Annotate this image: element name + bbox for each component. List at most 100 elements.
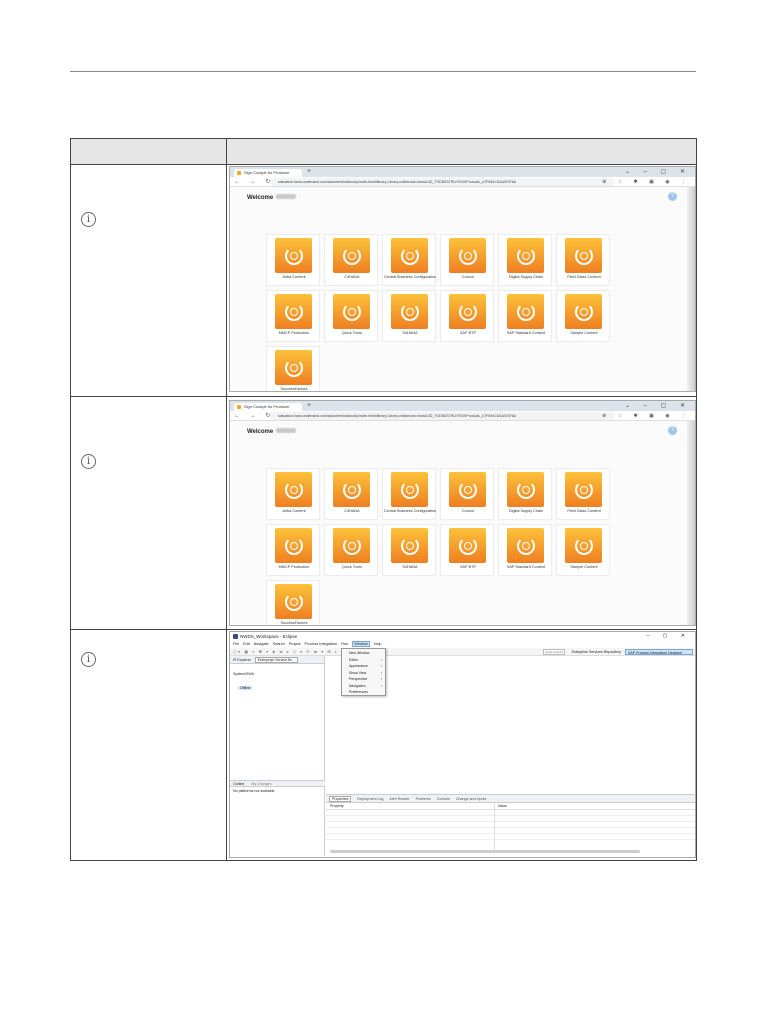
tile-label: Sample Content — [570, 331, 598, 335]
tile-label: Field Glass Content — [567, 509, 601, 513]
content-package-icon — [449, 528, 486, 563]
browser-address-bar: ← → ↻ sdsuation.hana.ondemand.com/sdcont… — [230, 411, 695, 421]
tile-sap-btp[interactable]: SAP BTP — [440, 290, 494, 342]
tab-change-and-inputs[interactable]: Change and Inputs — [456, 797, 486, 801]
perspective-pi-designer-button[interactable]: SAP Process Integration Designer — [625, 649, 693, 655]
tab-console[interactable]: Console — [437, 797, 450, 801]
tile-field-glass-content[interactable]: Field Glass Content — [556, 234, 610, 286]
tile-quick-tours[interactable]: Quick Tours — [324, 290, 378, 342]
column-divider — [226, 139, 227, 860]
eclipse-title-bar: NWDS_Workspace - Eclipse – ▢ ✕ — [230, 632, 695, 641]
tile-ariba-content[interactable]: Ariba Content — [266, 234, 320, 286]
tile-successfactors[interactable]: SuccessFactors — [266, 346, 320, 391]
url-field[interactable]: sdsuation.hana.ondemand.com/sdcontent/sd… — [270, 412, 615, 420]
content-package-icon — [333, 238, 370, 273]
tile-digital-supply-chain[interactable]: Digital Supply Chain — [498, 468, 552, 520]
menu-window[interactable]: Window — [352, 641, 370, 647]
menu-search[interactable]: Search — [273, 642, 285, 646]
tile-label: S4HANA — [402, 331, 418, 335]
tree-item-offline[interactable]: Offline — [238, 686, 253, 690]
tile-digital-supply-chain[interactable]: Digital Supply Chain — [498, 234, 552, 286]
tile-central-business-configuration[interactable]: Central Business Configuration — [382, 468, 436, 520]
new-tab-icon[interactable]: + — [307, 168, 311, 176]
menu-navigate[interactable]: Navigate — [254, 642, 269, 646]
nav-buttons[interactable]: ← → ↻ — [234, 178, 274, 186]
tab-alert-reader[interactable]: Alert Reader — [389, 797, 409, 801]
tile-label: SAP BTP — [460, 331, 476, 335]
content-package-icon — [275, 350, 312, 385]
tab-my-changes[interactable]: My Changes — [251, 782, 271, 786]
tile-field-glass-content[interactable]: Field Glass Content — [556, 468, 610, 520]
window-controls[interactable]: ⌄ – ▢ ✕ — [625, 167, 691, 177]
tile-sap-standard-content[interactable]: SAP Standard Content — [498, 524, 552, 576]
help-icon[interactable]: ? — [668, 426, 677, 435]
tab-enterprise-service-browser[interactable]: Enterprise Service Br... — [254, 657, 298, 663]
tile-successfactors[interactable]: SuccessFactors — [266, 580, 320, 625]
nav-buttons[interactable]: ← → ↻ — [234, 412, 274, 420]
browser-toolbar-icons[interactable]: ⊕ ☆ ✱ ▣ ◉ ⋮ — [602, 178, 691, 186]
browser-toolbar-icons[interactable]: ⊕ ☆ ✱ ▣ ◉ ⋮ — [602, 412, 691, 420]
row-divider — [71, 396, 696, 397]
page-edge — [687, 421, 695, 625]
properties-header: Property Value — [326, 803, 695, 810]
menu-edit[interactable]: Edit — [243, 642, 250, 646]
browser-tab[interactable]: Sign Cockpit for Producer — [234, 169, 302, 177]
tile-c4hana[interactable]: C4HANA — [324, 234, 378, 286]
quick-access-input[interactable]: Quick Access — [543, 649, 565, 655]
info-icon: i — [81, 212, 96, 227]
left-panel-tabs: PI Explorer Enterprise Service Br... — [230, 656, 324, 664]
tile-ariba-content[interactable]: Ariba Content — [266, 468, 320, 520]
perspective-esr-button[interactable]: Enterprise Services Repository — [570, 649, 623, 655]
tile-label: Concur — [461, 509, 475, 513]
menu-item-label: New Window — [349, 651, 370, 655]
table-header-row — [71, 139, 696, 165]
tab-properties[interactable]: Properties — [329, 796, 352, 802]
tree-root[interactable]: System/SWA — [230, 664, 324, 676]
tile-sample-content[interactable]: Sample Content — [556, 290, 610, 342]
content-package-icon — [565, 238, 602, 273]
tab-deployment-log[interactable]: Deployment Log — [357, 797, 383, 801]
tile-concur[interactable]: Concur — [440, 468, 494, 520]
content-package-icon — [333, 294, 370, 329]
tile-label: SuccessFactors — [280, 387, 308, 391]
welcome-text: Welcome — [247, 194, 297, 201]
page-edge — [687, 187, 695, 391]
tile-s4hana[interactable]: S4HANA — [382, 524, 436, 576]
tile-label: Quick Tours — [342, 565, 362, 569]
tile-sap-btp[interactable]: SAP BTP — [440, 524, 494, 576]
tile-label: Ariba Content — [282, 275, 306, 279]
content-package-icon — [275, 294, 312, 329]
browser-tab[interactable]: Sign Cockpit for Producer — [234, 403, 302, 411]
url-field[interactable]: sdsuation.hana.ondemand.com/sdcontent/sd… — [270, 178, 615, 186]
menu-project[interactable]: Project — [289, 642, 301, 646]
tile-sample-content[interactable]: Sample Content — [556, 524, 610, 576]
window-controls[interactable]: ⌄ – ▢ ✕ — [625, 401, 691, 411]
window-controls[interactable]: – ▢ ✕ — [647, 632, 691, 641]
tile-label: MMCP Production — [278, 565, 310, 569]
menu-run[interactable]: Run — [341, 642, 348, 646]
horizontal-scrollbar[interactable] — [330, 850, 640, 853]
tile-central-business-configuration[interactable]: Central Business Configuration — [382, 234, 436, 286]
tile-mmcp-production[interactable]: MMCP Production — [266, 290, 320, 342]
tab-outline[interactable]: Outline — [233, 782, 244, 786]
content-package-icon — [391, 528, 428, 563]
tile-concur[interactable]: Concur — [440, 234, 494, 286]
tile-c4hana[interactable]: C4HANA — [324, 468, 378, 520]
menu-item-label: Show View — [349, 670, 367, 675]
browser-screenshot: Sign Cockpit for Producer + ⌄ – ▢ ✕ ← → … — [229, 400, 696, 626]
new-tab-icon[interactable]: + — [307, 402, 311, 410]
tile-mmcp-production[interactable]: MMCP Production — [266, 524, 320, 576]
content-package-icon — [275, 238, 312, 273]
tile-s4hana[interactable]: S4HANA — [382, 290, 436, 342]
content-package-icon — [275, 584, 312, 619]
menu-help[interactable]: Help — [374, 642, 382, 646]
menu-process-integration[interactable]: Process Integration — [305, 642, 338, 646]
menu-item-preferences[interactable]: Preferences — [342, 689, 385, 696]
tile-quick-tours[interactable]: Quick Tours — [324, 524, 378, 576]
menu-bar: File Edit Navigate Search Project Process Int… — [230, 641, 695, 648]
tab-problems[interactable]: Problems — [416, 797, 431, 801]
tile-sap-standard-content[interactable]: SAP Standard Content — [498, 290, 552, 342]
help-icon[interactable]: ? — [668, 192, 677, 201]
menu-file[interactable]: File — [233, 642, 239, 646]
tab-pi-explorer[interactable]: PI Explorer — [233, 658, 251, 662]
